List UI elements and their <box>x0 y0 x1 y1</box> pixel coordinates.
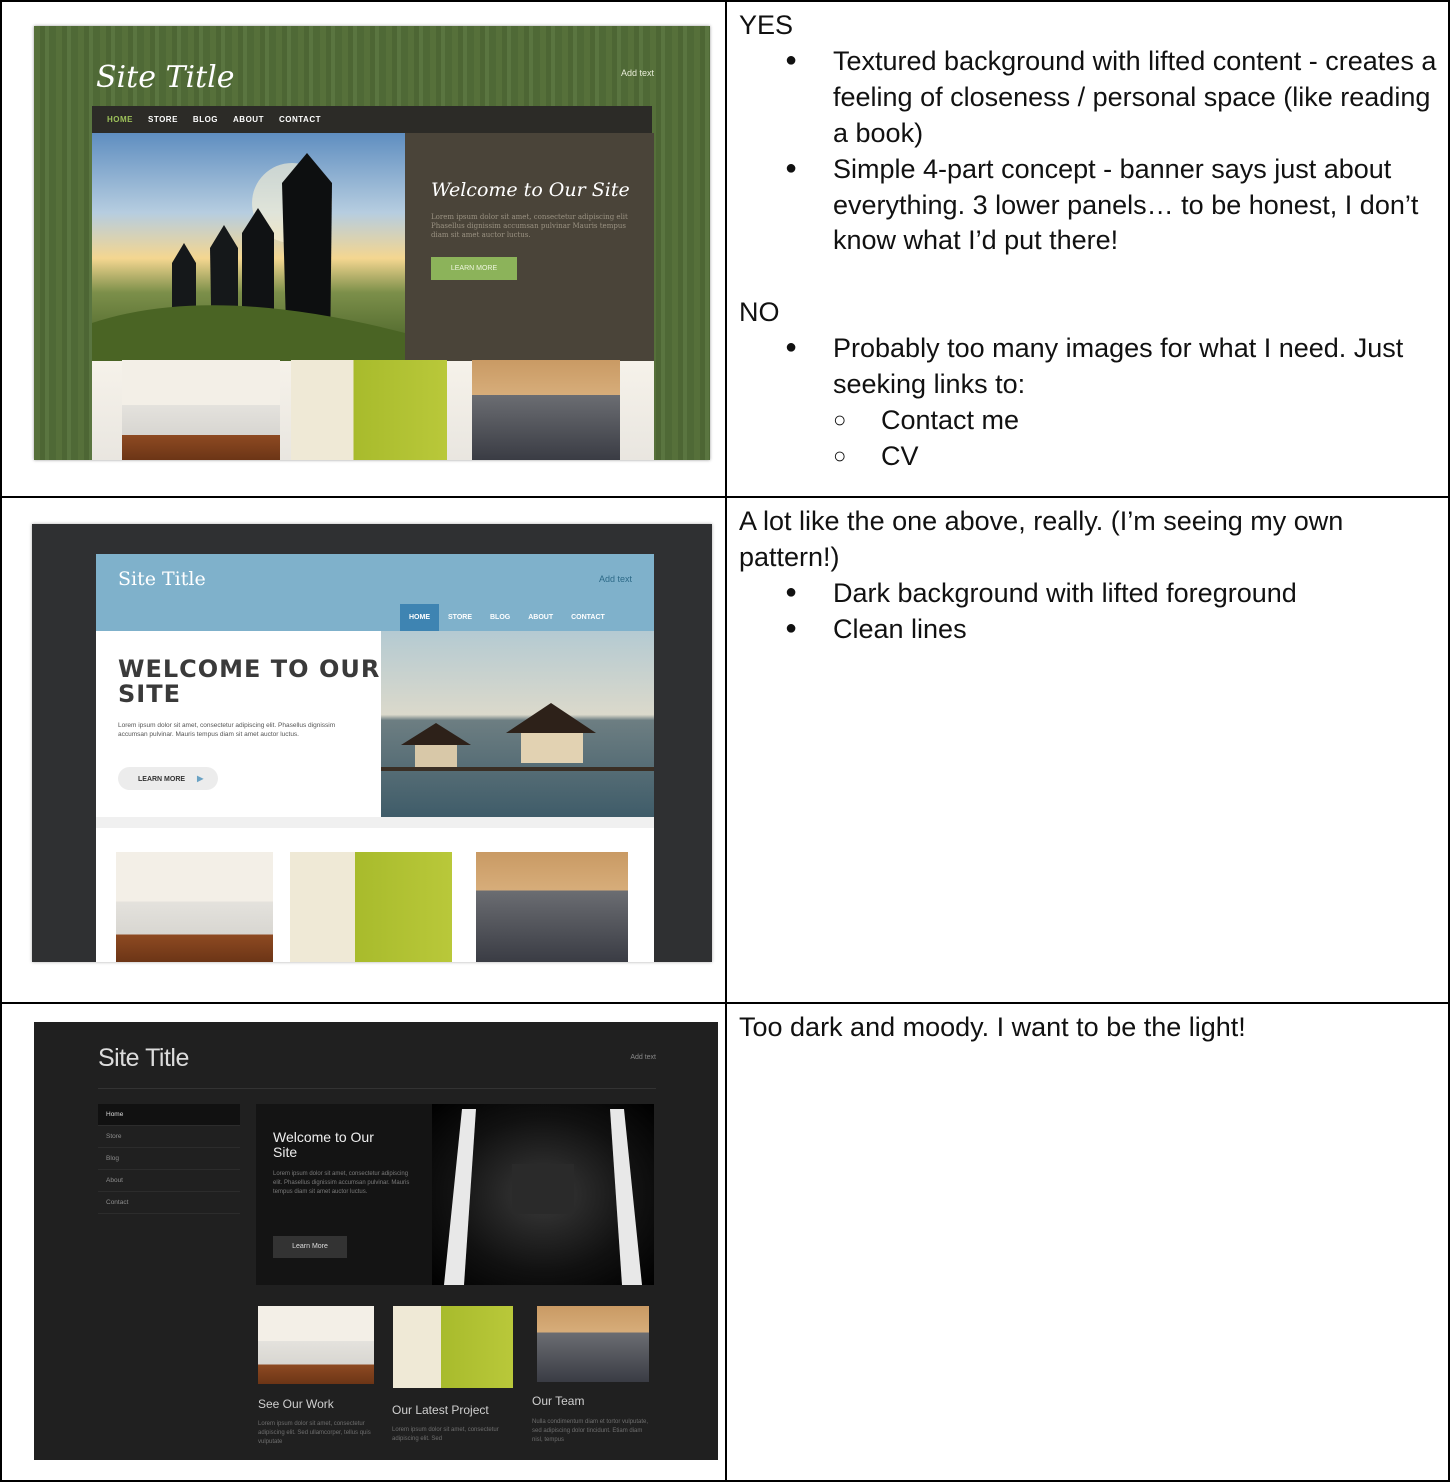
nav-contact: Contact <box>98 1192 240 1214</box>
nav-bar: HOME STORE BLOG ABOUT CONTACT <box>92 106 652 133</box>
list-item: CV <box>833 439 1440 475</box>
nav-store: STORE <box>148 115 178 124</box>
nav-about: ABOUT <box>233 115 264 124</box>
notes-cell: YES Textured background with lifted cont… <box>725 0 1450 498</box>
list-item: Textured background with lifted content … <box>785 44 1440 152</box>
notes-cell: Too dark and moody. I want to be the lig… <box>725 1002 1450 1482</box>
list-item: Contact me <box>833 403 1440 439</box>
list-item: Dark background with lifted foreground <box>785 576 1440 612</box>
nav-store: STORE <box>448 614 472 621</box>
yes-heading: YES <box>739 10 794 40</box>
team-image <box>472 360 620 460</box>
learn-more-button: LEARN MORE <box>431 257 517 280</box>
team-image <box>537 1306 649 1382</box>
dark-site-mockup: Site Title Add text Home Store Blog Abou… <box>34 1022 718 1460</box>
huts-drawing <box>381 703 654 771</box>
hikers-image <box>92 133 405 361</box>
learn-more-button: Learn More <box>273 1236 347 1258</box>
water-huts-image <box>381 631 654 817</box>
nav-blog: Blog <box>98 1148 240 1170</box>
card-body: Lorem ipsum dolor sit amet, consectetur … <box>258 1421 371 1445</box>
nav-contact: CONTACT <box>278 115 321 124</box>
sofa-image <box>258 1306 374 1384</box>
list-item: Simple 4-part concept - banner says just… <box>785 152 1440 260</box>
hero-heading-line1: WELCOME TO OUR <box>118 655 381 683</box>
hallway-image <box>432 1104 654 1285</box>
hero-body: Lorem ipsum dolor sit amet, consectetur … <box>431 213 628 240</box>
no-list: Probably too many images for what I need… <box>739 331 1440 403</box>
separator <box>96 817 654 828</box>
hero-heading: Welcome to Our Site <box>273 1129 374 1160</box>
no-heading: NO <box>739 297 780 328</box>
header-divider <box>98 1088 656 1089</box>
nav-store: Store <box>98 1126 240 1148</box>
chair-image <box>291 360 447 460</box>
hero-body: Lorem ipsum dolor sit amet, consectetur … <box>118 722 336 739</box>
hikers-silhouette <box>92 153 405 361</box>
card-title: Our Team <box>532 1394 585 1408</box>
nav-blog: BLOG <box>192 115 219 124</box>
nav-home: Home <box>98 1104 240 1126</box>
chair-image <box>393 1306 513 1388</box>
add-text: Add text <box>630 1054 656 1061</box>
hallway-drawing <box>444 1109 642 1285</box>
hero-body: Lorem ipsum dolor sit amet, consectetur … <box>273 1171 410 1195</box>
sofa-image <box>116 852 273 962</box>
nav-blog: BLOG <box>490 614 511 621</box>
add-text: Add text <box>620 68 654 78</box>
hero-heading-line2: SITE <box>118 680 181 708</box>
table-row: Site Title Add text HOME STORE BLOG ABOU… <box>0 496 1450 1004</box>
hero-heading: Welcome to Our Site <box>431 179 630 201</box>
card-title: See Our Work <box>258 1397 334 1411</box>
nav-about: ABOUT <box>528 614 554 621</box>
sofa-image <box>122 360 280 460</box>
notes-cell: A lot like the one above, really. (I’m s… <box>725 496 1450 1004</box>
nav-contact: CONTACT <box>571 614 605 621</box>
card-body: Lorem ipsum dolor sit amet, consectetur … <box>392 1427 499 1442</box>
hero-heading: WELCOME TO OUR SITE <box>118 657 380 707</box>
mockup-cell: Site Title Add text HOME STORE BLOG ABOU… <box>0 496 727 1004</box>
mockup-cell: Site Title Add text HOME STORE BLOG ABOU… <box>0 0 727 498</box>
yes-list: Textured background with lifted content … <box>739 44 1440 259</box>
hero-panel: Welcome to Our Site Lorem ipsum dolor si… <box>405 133 654 361</box>
notes-list: Dark background with lifted foreground C… <box>739 576 1440 648</box>
hero-panel: Welcome to Our Site Lorem ipsum dolor si… <box>256 1104 654 1285</box>
nav-about: About <box>98 1170 240 1192</box>
mockup-cell: Site Title Add text Home Store Blog Abou… <box>0 1002 727 1482</box>
hero-panel: WELCOME TO OUR SITE Lorem ipsum dolor si… <box>96 631 381 817</box>
sidebar-nav: Home Store Blog About Contact <box>98 1104 240 1214</box>
learn-more-label: LEARN MORE <box>138 776 186 783</box>
green-site-mockup: Site Title Add text HOME STORE BLOG ABOU… <box>34 26 710 460</box>
learn-more-button: LEARN MORE ▶ <box>118 767 218 790</box>
table-row: Site Title Add text HOME STORE BLOG ABOU… <box>0 0 1450 498</box>
card-body: Nulla condimentum diam et tortor vulputa… <box>532 1419 649 1443</box>
play-arrow-icon: ▶ <box>197 774 204 783</box>
intro-text: A lot like the one above, really. (I’m s… <box>739 506 1344 572</box>
site-title: Site Title <box>96 60 235 95</box>
nav-home: HOME <box>400 604 439 631</box>
comparison-table: Site Title Add text HOME STORE BLOG ABOU… <box>0 0 1450 1482</box>
list-item: Probably too many images for what I need… <box>785 331 1440 403</box>
team-image <box>476 852 628 962</box>
list-item: Clean lines <box>785 612 1440 648</box>
table-row: Site Title Add text Home Store Blog Abou… <box>0 1002 1450 1482</box>
site-title: Site Title <box>118 568 206 590</box>
nav-home: HOME <box>107 115 133 124</box>
add-text: Add text <box>598 574 632 584</box>
notes-text: Too dark and moody. I want to be the lig… <box>739 1012 1246 1042</box>
blue-site-mockup: Site Title Add text HOME STORE BLOG ABOU… <box>32 524 712 962</box>
nav-bar: HOME STORE BLOG ABOUT CONTACT <box>400 604 614 631</box>
chair-image <box>290 852 452 962</box>
no-sub-list: Contact me CV <box>739 403 1440 475</box>
card-title: Our Latest Project <box>392 1403 489 1417</box>
site-title: Site Title <box>98 1044 189 1072</box>
